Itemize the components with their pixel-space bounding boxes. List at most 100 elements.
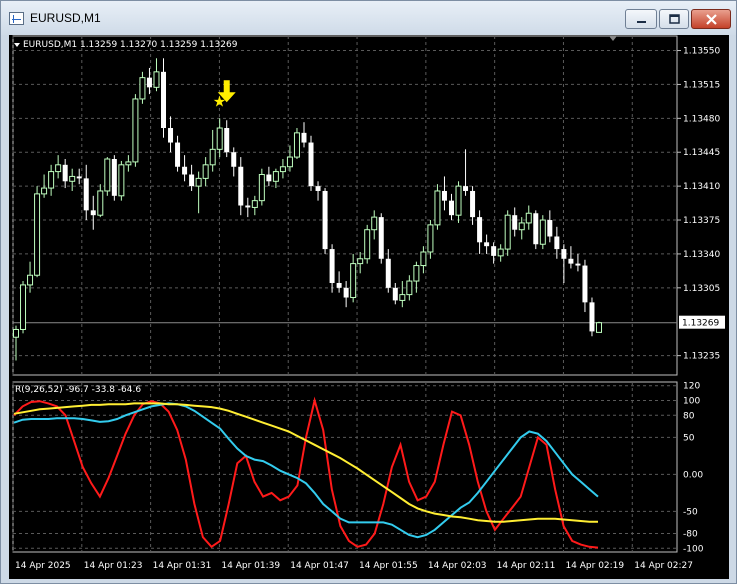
candle-body-bear	[575, 263, 581, 266]
indicator-y-tick-label: 120	[683, 382, 700, 392]
close-button[interactable]	[691, 9, 731, 29]
window-title: EURUSD,M1	[30, 11, 101, 25]
indicator-lines	[13, 396, 599, 549]
candle-body-bull	[364, 229, 371, 260]
chart-header: EURUSD,M1 1.13259 1.13270 1.13259 1.1326…	[23, 40, 238, 50]
candle-body-bear	[62, 164, 68, 182]
x-tick-label: 14 Apr 01:23	[84, 561, 143, 571]
candle-body-bull	[125, 161, 132, 166]
candle-body-bear	[343, 287, 349, 298]
candle-body-bear	[245, 205, 251, 208]
candle-body-bear	[561, 249, 567, 259]
candle-body-bull	[97, 190, 104, 216]
minimize-icon	[637, 21, 646, 23]
x-tick-label: 14 Apr 01:47	[290, 561, 349, 571]
candle-body-bull	[258, 174, 265, 202]
candle-body-bear	[441, 190, 447, 201]
candle-body-bull	[251, 200, 258, 208]
indicator-y-tick-label: 100	[683, 396, 700, 406]
candle-body-bull	[279, 166, 286, 173]
candle-body-bull	[104, 158, 111, 192]
candle-body-bear	[308, 142, 314, 187]
candle-body-bull	[69, 175, 76, 182]
y-tick-label: 1.13375	[683, 216, 720, 226]
chart-area[interactable]: 14 Apr 2025 14 Apr 01:23 14 Apr 01:31 14 Ap…	[9, 35, 729, 579]
dropdown-triangle-icon	[14, 43, 20, 47]
candle-body-bear	[378, 217, 384, 259]
candle-body-bull	[27, 274, 34, 286]
candle-body-bull	[427, 224, 434, 253]
candle-body-bear	[238, 166, 244, 206]
current-price-label: 1.13269	[682, 319, 719, 329]
candle-body-bull	[55, 164, 62, 173]
y-tick-label: 1.13445	[683, 148, 720, 158]
candle-body-bull	[504, 214, 511, 250]
candle-body-bull	[153, 71, 160, 88]
candles	[13, 58, 602, 361]
candle-body-bear	[484, 242, 490, 247]
y-tick-label: 1.13235	[683, 352, 720, 362]
indicator-series-line	[13, 402, 599, 539]
candle-body-bear	[266, 174, 272, 182]
title-bar[interactable]: EURUSD,M1	[1, 1, 736, 35]
x-tick-label: 14 Apr 01:39	[221, 561, 280, 571]
axes: 14 Apr 2025 14 Apr 01:23 14 Apr 01:31 14 Ap…	[14, 36, 725, 571]
candle-body-bear	[146, 77, 152, 88]
x-tick-label: 14 Apr 01:31	[153, 561, 212, 571]
candle-body-bull	[34, 193, 41, 276]
x-tick-label: 14 Apr 01:55	[359, 561, 418, 571]
candle-body-bear	[336, 282, 342, 288]
candle-body-bear	[168, 128, 174, 143]
candle-body-bear	[189, 174, 195, 187]
candle-body-bear	[111, 159, 117, 196]
candle-body-bear	[589, 302, 595, 332]
candle-body-bear	[90, 210, 96, 216]
main-panel-border	[12, 35, 678, 376]
x-tick-label: 14 Apr 02:27	[634, 561, 693, 571]
candle-body-bear	[76, 176, 82, 179]
candle-body-bear	[554, 236, 560, 250]
candle-body-bull	[399, 294, 406, 301]
indicator-y-tick-label: 50	[683, 433, 695, 443]
indicator-y-tick-label: 80	[683, 411, 695, 421]
candle-body-bear	[568, 258, 574, 264]
candle-body-bear	[322, 190, 328, 250]
candle-body-bull	[286, 156, 293, 168]
indicator-y-tick-label: -80	[683, 530, 698, 540]
candle-body-bull	[118, 164, 125, 197]
candle-body-bull	[497, 248, 504, 257]
candle-body-bear	[470, 190, 476, 218]
candle-body-bear	[231, 152, 237, 167]
candle-body-bull	[13, 328, 19, 338]
candle-body-bear	[315, 186, 321, 191]
indicator-y-tick-label: 0.00	[683, 470, 703, 480]
candle-body-bull	[139, 77, 146, 100]
maximize-button[interactable]	[659, 9, 689, 29]
candle-body-bull	[525, 212, 532, 224]
candle-body-bull	[20, 284, 27, 330]
candle-body-bear	[182, 166, 188, 175]
candle-body-bear	[582, 265, 588, 303]
minimize-button[interactable]	[625, 9, 657, 29]
price-chart[interactable]: 14 Apr 2025 14 Apr 01:23 14 Apr 01:31 14 Ap…	[9, 35, 729, 579]
candle-body-bull	[202, 164, 209, 179]
candle-body-bear	[385, 258, 391, 288]
candle-body-bull	[518, 222, 525, 231]
candle-body-bull	[420, 251, 427, 267]
candle-body-bull	[596, 322, 602, 333]
candle-body-bull	[293, 132, 300, 158]
candle-body-bear	[477, 217, 483, 243]
candle-body-bull	[357, 258, 364, 265]
candle-body-bull	[195, 177, 202, 187]
candle-body-bull	[272, 171, 279, 182]
maximize-icon	[669, 14, 680, 24]
y-tick-label: 1.13550	[683, 47, 720, 57]
candle-body-bear	[224, 128, 230, 153]
markers: ★	[213, 80, 236, 110]
candle-body-bear	[301, 132, 307, 143]
candle-body-bull	[216, 127, 223, 150]
x-tick-label: 14 Apr 02:19	[565, 561, 624, 571]
x-tick-label: 14 Apr 02:11	[497, 561, 556, 571]
y-tick-label: 1.13480	[683, 114, 720, 124]
candle-body-bull	[48, 171, 55, 189]
